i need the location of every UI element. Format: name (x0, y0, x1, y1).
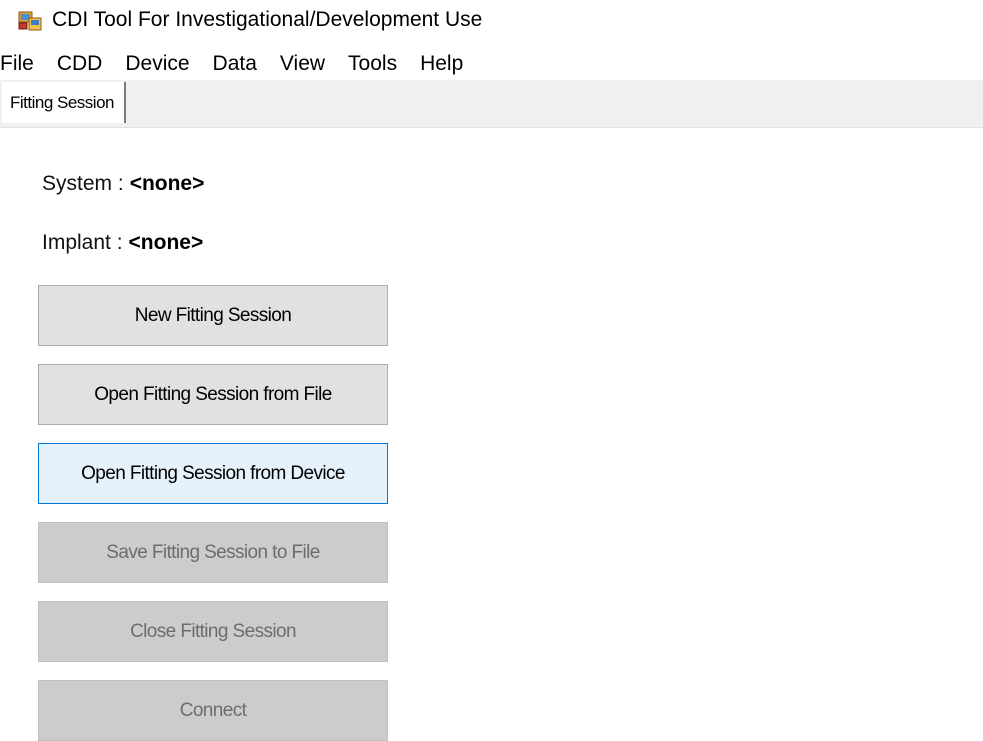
app-window-icon (18, 11, 42, 31)
menu-bar: File CDD Device Data View Tools Help (0, 47, 480, 81)
menu-data[interactable]: Data (207, 50, 263, 78)
tab-strip: Fitting Session (0, 80, 983, 128)
open-fitting-session-from-device-button[interactable]: Open Fitting Session from Device (38, 443, 388, 504)
menu-tools[interactable]: Tools (342, 50, 403, 78)
open-fitting-session-from-file-button[interactable]: Open Fitting Session from File (38, 364, 388, 425)
menu-help[interactable]: Help (414, 50, 469, 78)
implant-value: <none> (128, 231, 204, 254)
implant-label: Implant : (42, 231, 123, 254)
implant-info: Implant : <none> (42, 229, 203, 257)
title-bar: CDI Tool For Investigational/Development… (0, 0, 983, 44)
save-fitting-session-to-file-button[interactable]: Save Fitting Session to File (38, 522, 388, 583)
tab-fitting-session[interactable]: Fitting Session (2, 82, 126, 123)
connect-button[interactable]: Connect (38, 680, 388, 741)
menu-file[interactable]: File (0, 50, 40, 78)
system-value: <none> (129, 172, 205, 195)
menu-cdd[interactable]: CDD (51, 50, 109, 78)
system-info: System : <none> (42, 170, 204, 198)
menu-device[interactable]: Device (119, 50, 195, 78)
close-fitting-session-button[interactable]: Close Fitting Session (38, 601, 388, 662)
menu-view[interactable]: View (274, 50, 331, 78)
new-fitting-session-button[interactable]: New Fitting Session (38, 285, 388, 346)
window-title: CDI Tool For Investigational/Development… (52, 8, 483, 31)
system-label: System : (42, 172, 124, 195)
